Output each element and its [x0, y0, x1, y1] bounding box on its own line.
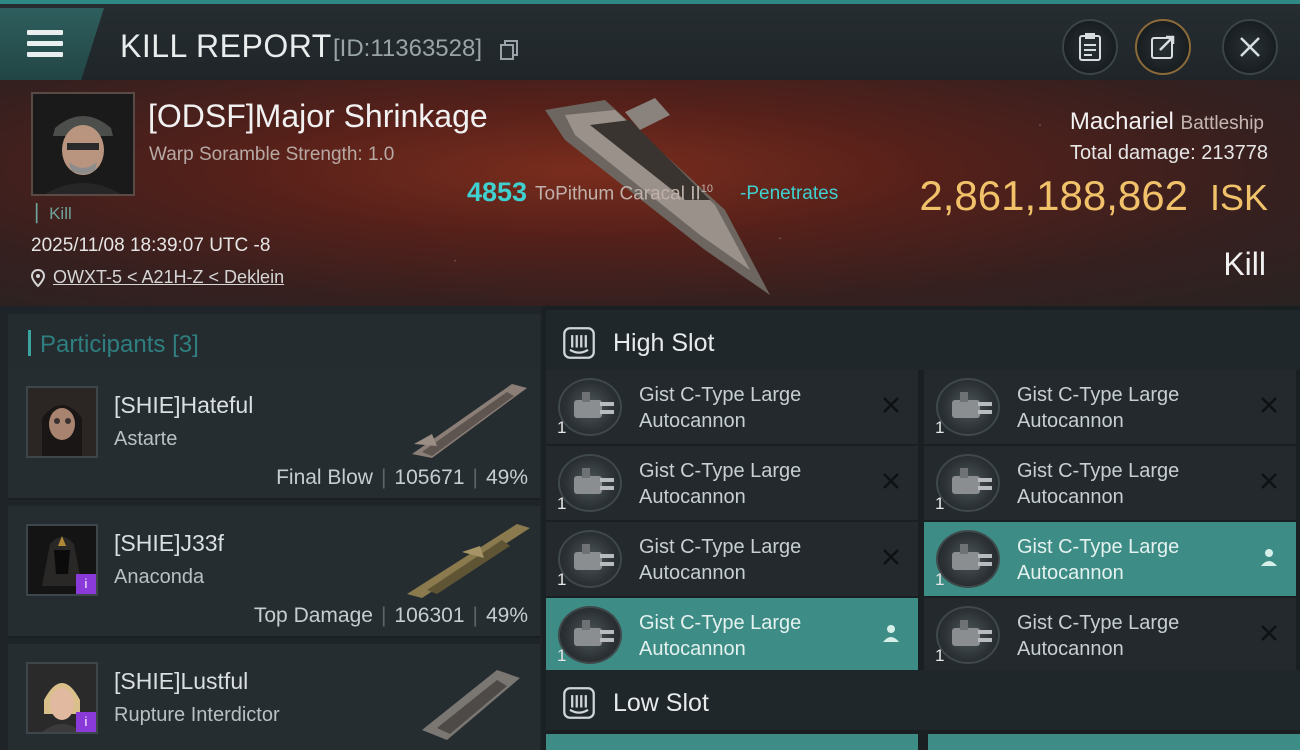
autocannon-icon	[558, 606, 622, 664]
dropped-person-icon	[1261, 549, 1277, 566]
damage-effect: -Penetrates	[740, 183, 839, 204]
participant-ship: Astarte	[114, 428, 178, 450]
victim-name[interactable]: [ODSF]Major Shrinkage	[148, 98, 488, 135]
kill-result: Kill	[1223, 246, 1266, 282]
module-quantity: 1	[557, 646, 567, 665]
autocannon-icon	[558, 454, 622, 512]
module-name: Gist C-Type Large Autocannon	[1017, 384, 1180, 432]
participant-stats: Final Blow | 105671 | 49%	[276, 466, 528, 489]
module-quantity: 1	[935, 494, 945, 513]
fitting-panel: High Slot 1 Gist C-Type Large Autocannon 1 G…	[546, 306, 1300, 750]
participants-panel: Participants [3] [SHIE]Hateful Astarte F…	[0, 306, 542, 750]
participant-ship-image	[422, 670, 520, 740]
destroyed-x-icon	[883, 397, 899, 413]
module-name: Gist C-Type Large Autocannon	[639, 536, 802, 584]
share-icon	[1151, 35, 1175, 59]
participant-ship: Rupture Interdictor	[114, 704, 280, 726]
copy-icon[interactable]	[500, 40, 518, 60]
module-slot[interactable]: 1 Gist C-Type Large Autocannon	[924, 446, 1296, 520]
clipboard-button[interactable]	[1062, 19, 1118, 75]
info-badge-icon: i	[76, 712, 96, 732]
module-slot[interactable]: 1 Gist C-Type Large Autocannon	[546, 598, 918, 672]
autocannon-icon	[936, 454, 1000, 512]
module-name: Gist C-Type Large Autocannon	[1017, 612, 1180, 660]
page-title: KILL REPORT	[120, 28, 332, 64]
module-quantity: 1	[935, 418, 945, 437]
kill-datetime: 2025/11/08 18:39:07 UTC -8	[31, 235, 271, 256]
participant-name: [SHIE]Hateful	[114, 392, 254, 418]
high-slot-icon	[563, 327, 595, 359]
autocannon-icon	[558, 378, 622, 436]
module-slot[interactable]: 1 Gist C-Type Large Autocannon	[924, 598, 1296, 672]
module-name: Gist C-Type Large Autocannon	[639, 384, 802, 432]
info-badge-icon: i	[76, 574, 96, 594]
participant-card[interactable]: i [SHIE]J33f Anaconda Top Damage | 106301 |…	[8, 506, 540, 638]
victim-ship: Machariel Battleship	[1069, 108, 1264, 135]
participants-header: Participants [3]	[8, 314, 540, 370]
module-quantity: 1	[935, 570, 945, 589]
low-slot-header: Low Slot	[546, 670, 1300, 730]
high-slot-header: High Slot	[546, 310, 1300, 370]
module-slot[interactable]: 1 Gist C-Type Large Autocannon	[546, 522, 918, 596]
low-slot-icon	[563, 687, 595, 719]
participant-ship-image	[412, 384, 527, 458]
victim-portrait[interactable]	[31, 92, 135, 196]
header-bar: KILL REPORT [ID:11363528]	[0, 0, 1300, 80]
module-quantity: 1	[557, 570, 567, 589]
dropped-person-icon	[883, 625, 899, 642]
pilot-avatar	[33, 94, 133, 194]
destroyed-x-icon	[1261, 625, 1277, 641]
module-quantity: 1	[557, 418, 567, 437]
autocannon-icon	[936, 606, 1000, 664]
location-pin-icon	[31, 268, 45, 287]
module-slot[interactable]: 1 Gist C-Type Large Autocannon	[546, 370, 918, 444]
autocannon-icon	[936, 378, 1000, 436]
destroyed-x-icon	[883, 549, 899, 565]
module-name: Gist C-Type Large Autocannon	[1017, 460, 1180, 508]
destroyed-x-icon	[1261, 397, 1277, 413]
share-button[interactable]	[1135, 19, 1191, 75]
menu-button[interactable]	[0, 8, 104, 80]
module-name: Gist C-Type Large Autocannon	[1017, 536, 1180, 584]
scramble-strength: Warp Soramble Strength: 1.0	[149, 144, 395, 165]
close-icon	[1240, 37, 1260, 57]
location-link[interactable]: OWXT-5 < A21H-Z < Deklein	[53, 267, 284, 288]
autocannon-icon	[936, 530, 1000, 588]
isk-value: 2,861,188,862 ISK	[919, 172, 1268, 219]
destroyed-x-icon	[883, 473, 899, 489]
participant-avatar	[26, 386, 98, 458]
module-slot[interactable]: 1 Gist C-Type Large Autocannon	[924, 522, 1296, 596]
total-damage: Total damage: 213778	[1070, 142, 1268, 164]
low-slot-row-partial	[546, 734, 1300, 750]
module-name: Gist C-Type Large Autocannon	[639, 460, 802, 508]
module-slot[interactable]: 1 Gist C-Type Large Autocannon	[546, 446, 918, 520]
kill-location[interactable]: OWXT-5 < A21H-Z < Deklein	[31, 267, 284, 288]
participant-card[interactable]: [SHIE]Hateful Astarte Final Blow | 105671 |…	[8, 368, 540, 500]
module-quantity: 1	[557, 494, 567, 513]
kill-tag: ▏Kill	[36, 204, 72, 223]
participant-ship-image	[407, 524, 530, 598]
hamburger-menu-icon	[27, 30, 63, 58]
damage-amount: 4853	[467, 177, 528, 207]
participant-avatar: i	[26, 524, 98, 596]
module-name: Gist C-Type Large Autocannon	[639, 612, 802, 660]
participant-stats: Top Damage | 106301 | 49%	[253, 604, 528, 627]
participant-ship: Anaconda	[114, 566, 205, 588]
autocannon-icon	[558, 530, 622, 588]
module-quantity: 1	[935, 646, 945, 665]
destroyed-x-icon	[1261, 473, 1277, 489]
participant-card[interactable]: i [SHIE]Lustful Rupture Interdictor	[8, 644, 540, 750]
kill-summary-banner: [ODSF]Major Shrinkage Warp Soramble Stre…	[0, 80, 1300, 306]
close-button[interactable]	[1222, 19, 1278, 75]
participant-name: [SHIE]J33f	[114, 530, 224, 556]
report-id: [ID:11363528]	[333, 35, 483, 62]
participant-avatar: i	[26, 662, 98, 734]
module-slot[interactable]: 1 Gist C-Type Large Autocannon	[924, 370, 1296, 444]
participant-name: [SHIE]Lustful	[114, 668, 249, 694]
damage-weapon: ToPithum Caracal II10	[535, 183, 714, 205]
clipboard-icon	[1079, 33, 1101, 61]
